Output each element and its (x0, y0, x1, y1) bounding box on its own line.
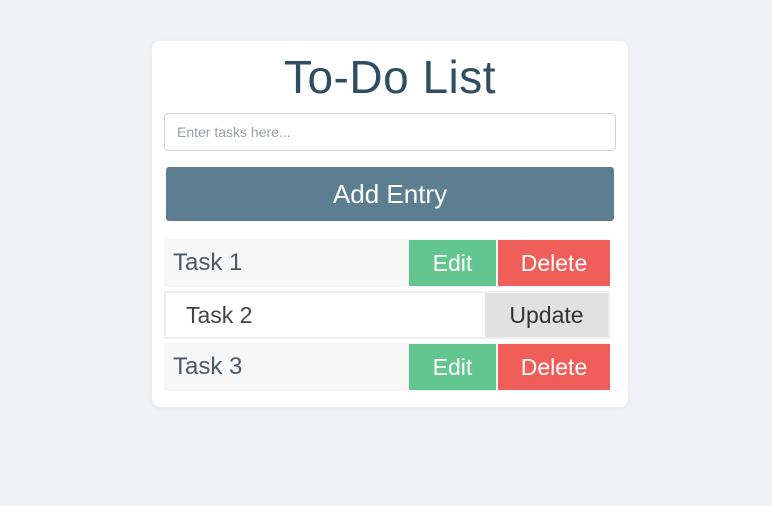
update-task-2-button[interactable]: Update (485, 293, 608, 337)
edit-task-3-button[interactable]: Edit (409, 344, 496, 390)
task-row-2-editing: Update (164, 291, 610, 339)
task-label: Task 1 (173, 249, 243, 276)
add-entry-button[interactable]: Add Entry (166, 167, 614, 221)
edit-task-1-button[interactable]: Edit (409, 240, 496, 286)
todo-card: To-Do List Add Entry Task 1 Edit Delete … (152, 41, 628, 407)
task-row-3: Task 3 Edit Delete (164, 343, 610, 391)
task-row-1: Task 1 Edit Delete (164, 239, 610, 287)
delete-task-1-button[interactable]: Delete (498, 240, 610, 286)
task-input[interactable] (164, 113, 616, 151)
task-list: Task 1 Edit Delete Update Task 3 Edit De… (164, 239, 610, 395)
edit-task-2-field[interactable] (166, 293, 484, 337)
delete-task-3-button[interactable]: Delete (498, 344, 610, 390)
page-title: To-Do List (283, 51, 497, 103)
task-label: Task 3 (173, 353, 243, 380)
